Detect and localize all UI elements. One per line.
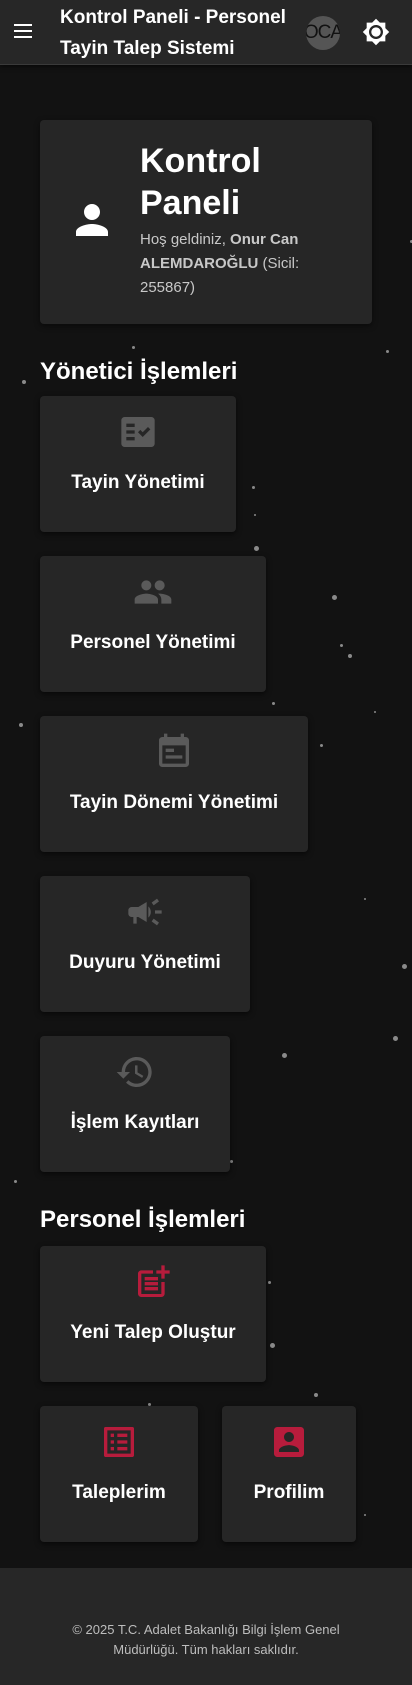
app-title: Kontrol Paneli - Personel Tayin Talep Si… [60, 7, 286, 59]
account-box-icon [274, 1427, 304, 1457]
tile-label: Profilim [253, 1482, 325, 1503]
fact-check-icon [121, 417, 155, 447]
app-bar: Kontrol Paneli - Personel Tayin Talep Si… [0, 0, 412, 65]
greeting-text: Hoş geldiniz, [140, 231, 231, 248]
personnel-section-title: Personel İşlemleri [40, 1206, 246, 1233]
tile-label: Taleplerim [72, 1482, 166, 1503]
menu-button[interactable] [12, 20, 36, 44]
tile-tayin-yonetimi[interactable]: Tayin Yönetimi [40, 396, 236, 532]
theme-toggle-button[interactable] [362, 18, 390, 46]
tile-islem-kayitlari[interactable]: İşlem Kayıtları [40, 1036, 230, 1172]
list-alt-icon [104, 1427, 134, 1457]
page-title: Kontrol Paneli [140, 142, 261, 222]
tile-label: Personel Yönetimi [70, 632, 236, 653]
megaphone-icon [128, 898, 162, 926]
menu-icon [14, 24, 32, 26]
welcome-card: Kontrol Paneli Hoş geldiniz, Onur Can AL… [40, 120, 372, 324]
tile-duyuru-yonetimi[interactable]: Duyuru Yönetimi [40, 876, 250, 1012]
tile-yeni-talep-olustur[interactable]: Yeni Talep Oluştur [40, 1246, 266, 1382]
calendar-icon [159, 733, 189, 767]
tile-label: Yeni Talep Oluştur [70, 1322, 236, 1343]
history-icon [116, 1057, 152, 1087]
post-add-icon [138, 1265, 170, 1297]
avatar[interactable]: OCA [306, 16, 340, 50]
tile-personel-yonetimi[interactable]: Personel Yönetimi [40, 556, 266, 692]
people-icon [134, 580, 172, 604]
footer: © 2025 T.C. Adalet Bakanlığı Bilgi İşlem… [0, 1568, 412, 1685]
tile-label: Duyuru Yönetimi [69, 952, 221, 973]
person-icon [76, 204, 108, 236]
copyright-text: © 2025 T.C. Adalet Bakanlığı Bilgi İşlem… [72, 1622, 340, 1657]
tile-label: Tayin Dönemi Yönetimi [69, 792, 279, 813]
admin-section-title: Yönetici İşlemleri [40, 358, 238, 385]
tile-tayin-donemi-yonetimi[interactable]: Tayin Dönemi Yönetimi [40, 716, 308, 852]
welcome-message: Hoş geldiniz, Onur Can ALEMDAROĞLU (Sici… [140, 228, 340, 300]
tile-profilim[interactable]: Profilim [222, 1406, 356, 1542]
tile-label: Tayin Yönetimi [71, 472, 205, 493]
tile-taleplerim[interactable]: Taleplerim [40, 1406, 198, 1542]
tile-label: İşlem Kayıtları [70, 1112, 200, 1133]
brightness-icon [362, 18, 390, 46]
